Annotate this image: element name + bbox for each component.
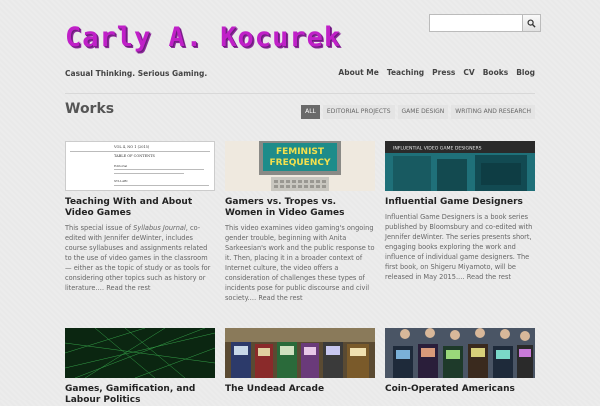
card-title[interactable]: Coin-Operated Americans xyxy=(385,384,535,395)
work-card: FEMINIST FREQUENCY Gamers vs. Tropes vs.… xyxy=(225,141,375,303)
filter-all[interactable]: ALL xyxy=(301,105,320,119)
thumb-text: SYLLABI xyxy=(114,179,128,183)
svg-text:FEMINIST: FEMINIST xyxy=(276,147,325,157)
thumbnail-undead-arcade[interactable] xyxy=(225,328,375,378)
thumb-text: TABLE OF CONTENTS xyxy=(114,154,155,158)
nav-press[interactable]: Press xyxy=(432,68,455,77)
card-excerpt: This special issue of Syllabus Journal, … xyxy=(65,224,211,292)
thumbnail-influential-game-designers[interactable]: INFLUENTIAL VIDEO GAME DESIGNERS xyxy=(385,141,535,191)
card-title[interactable]: Teaching With and About Video Games xyxy=(65,197,215,219)
thumb-illustration: INFLUENTIAL VIDEO GAME DESIGNERS xyxy=(385,141,535,191)
work-card: Coin-Operated Americans xyxy=(385,328,535,395)
card-title[interactable]: Influential Game Designers xyxy=(385,197,535,208)
search-input[interactable] xyxy=(429,14,523,32)
thumb-text: Editorial xyxy=(114,164,128,168)
search-icon xyxy=(527,18,536,28)
thumb-illustration: FEMINIST FREQUENCY xyxy=(225,141,375,191)
svg-text:INFLUENTIAL VIDEO GAME DESIGNE: INFLUENTIAL VIDEO GAME DESIGNERS xyxy=(393,146,482,152)
card-excerpt: This video examines video gaming's ongoi… xyxy=(225,224,375,302)
thumbnail-coin-operated-americans[interactable] xyxy=(385,328,535,378)
card-title[interactable]: The Undead Arcade xyxy=(225,384,375,395)
thumb-text: VOL 4, NO 1 (2015) xyxy=(114,145,150,149)
work-card: Games, Gamification, and Labour Politics xyxy=(65,328,215,406)
section-title: Works xyxy=(65,101,115,117)
svg-text:FREQUENCY: FREQUENCY xyxy=(270,158,331,168)
nav-books[interactable]: Books xyxy=(483,68,508,77)
nav-blog[interactable]: Blog xyxy=(516,68,535,77)
site-logo[interactable]: Carly A. Kocurek xyxy=(65,20,341,56)
filter-editorial-projects[interactable]: EDITORIAL PROJECTS xyxy=(322,105,395,119)
filter-bar: ALL EDITORIAL PROJECTS GAME DESIGN WRITI… xyxy=(301,105,535,119)
search-form xyxy=(429,14,541,32)
header-divider xyxy=(65,93,535,94)
thumbnail-syllabus-journal[interactable]: VOL 4, NO 1 (2015) TABLE OF CONTENTS Edi… xyxy=(65,141,215,191)
work-card: The Undead Arcade xyxy=(225,328,375,395)
site-tagline: Casual Thinking. Serious Gaming. xyxy=(65,69,208,78)
filter-writing-and-research[interactable]: WRITING AND RESEARCH xyxy=(451,105,535,119)
read-more-link[interactable]: Read the rest xyxy=(258,294,302,302)
thumbnail-games-gamification[interactable] xyxy=(65,328,215,378)
thumb-illustration xyxy=(65,328,215,378)
main-nav: About Me Teaching Press CV Books Blog xyxy=(338,68,535,77)
nav-cv[interactable]: CV xyxy=(463,68,474,77)
thumb-illustration xyxy=(385,328,535,378)
read-more-link[interactable]: Read the rest xyxy=(467,273,511,281)
card-excerpt: Influential Game Designers is a book ser… xyxy=(385,213,533,281)
nav-teaching[interactable]: Teaching xyxy=(387,68,424,77)
work-card: VOL 4, NO 1 (2015) TABLE OF CONTENTS Edi… xyxy=(65,141,215,293)
card-title[interactable]: Games, Gamification, and Labour Politics xyxy=(65,384,215,406)
thumb-illustration xyxy=(225,328,375,378)
card-title[interactable]: Gamers vs. Tropes vs. Women in Video Gam… xyxy=(225,197,375,219)
thumbnail-feminist-frequency[interactable]: FEMINIST FREQUENCY xyxy=(225,141,375,191)
filter-game-design[interactable]: GAME DESIGN xyxy=(397,105,449,119)
search-button[interactable] xyxy=(523,14,541,32)
read-more-link[interactable]: Read the rest xyxy=(106,284,150,292)
work-card: INFLUENTIAL VIDEO GAME DESIGNERS Influen… xyxy=(385,141,535,282)
nav-about-me[interactable]: About Me xyxy=(338,68,378,77)
